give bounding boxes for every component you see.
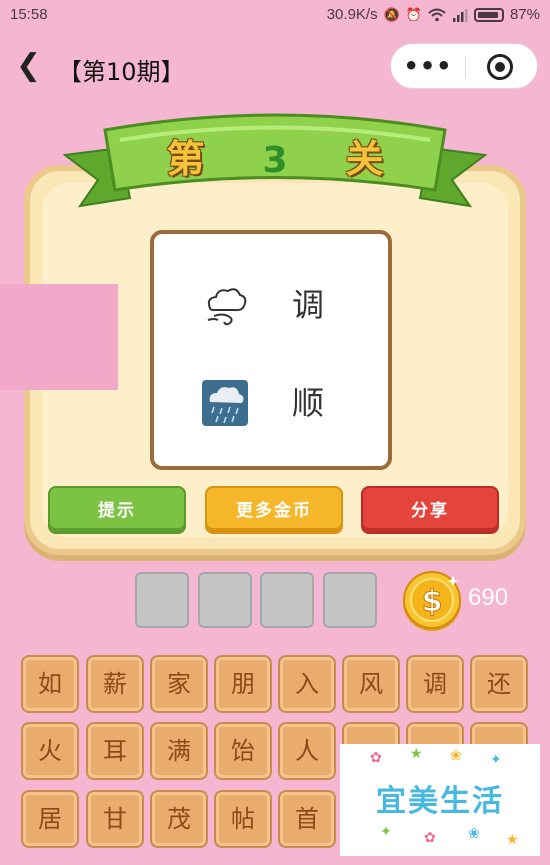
star-icon: ✦ xyxy=(490,752,502,768)
letter-tile[interactable]: 朋 xyxy=(214,655,272,713)
status-right: 30.9K/s 🔕 ⏰ 87% xyxy=(327,6,540,23)
puzzle-card: 调 顺 xyxy=(150,230,392,470)
share-button[interactable]: 分享 xyxy=(361,486,499,534)
chevron-left-icon: ❮ xyxy=(16,48,42,83)
star-icon: ★ xyxy=(410,746,423,762)
page-title: 【第10期】 xyxy=(58,58,185,86)
answer-slot[interactable] xyxy=(260,572,314,628)
capsule-divider xyxy=(465,56,466,78)
letter-tile[interactable]: 人 xyxy=(278,722,336,780)
letter-tile[interactable]: 还 xyxy=(470,655,528,713)
clue-char: 顺 xyxy=(292,384,325,422)
flower-icon: ✿ xyxy=(424,830,436,846)
hint-button[interactable]: 提示 xyxy=(48,486,186,534)
flower-icon: ✿ xyxy=(370,750,382,766)
title-bar: ❮ 【第10期】 ••• xyxy=(0,30,550,102)
wind-cloud-icon xyxy=(207,288,247,326)
letter-tile[interactable]: 薪 xyxy=(86,655,144,713)
more-coins-button[interactable]: 更多金币 xyxy=(205,486,343,534)
flower-icon: ❀ xyxy=(468,826,480,842)
answer-slot[interactable] xyxy=(198,572,252,628)
letter-tile[interactable]: 帖 xyxy=(214,790,272,848)
clue-row: 调 xyxy=(154,274,396,334)
letter-tile[interactable]: 调 xyxy=(406,655,464,713)
letter-tile[interactable]: 火 xyxy=(21,722,79,780)
star-icon: ✦ xyxy=(380,824,392,840)
letter-tile[interactable]: 入 xyxy=(278,655,336,713)
letter-tile[interactable]: 耳 xyxy=(86,722,144,780)
status-time: 15:58 xyxy=(10,6,48,23)
coin-count: 690 xyxy=(468,584,509,611)
target-close-icon[interactable] xyxy=(487,54,513,80)
watermark: ✿ ★ ❀ ✦ 宜美生活 ✦ ✿ ❀ ★ xyxy=(340,744,540,856)
letter-tile[interactable]: 风 xyxy=(342,655,400,713)
dollar-coin-icon: $ xyxy=(403,571,461,631)
signal-icon xyxy=(452,8,468,22)
clue-row: 顺 xyxy=(154,372,396,432)
back-button[interactable]: ❮ xyxy=(16,48,52,84)
flower-icon: ❀ xyxy=(450,748,462,764)
level-label: 第 3 关 xyxy=(60,128,490,183)
more-dots-icon[interactable]: ••• xyxy=(391,44,465,90)
clue-char: 调 xyxy=(292,286,325,324)
network-speed: 30.9K/s xyxy=(326,6,378,23)
letter-tile[interactable]: 满 xyxy=(150,722,208,780)
battery-level: 87% xyxy=(509,6,540,23)
letter-tile[interactable]: 首 xyxy=(278,790,336,848)
battery-icon xyxy=(473,7,504,22)
star-icon: ★ xyxy=(506,832,519,848)
letter-tile[interactable]: 如 xyxy=(21,655,79,713)
letter-tile[interactable]: 茂 xyxy=(150,790,208,848)
level-prefix: 第 xyxy=(166,137,205,181)
letter-tile[interactable]: 居 xyxy=(21,790,79,848)
mute-icon: 🔕 xyxy=(383,6,400,22)
letter-tile[interactable]: 饴 xyxy=(214,722,272,780)
rain-cloud-icon xyxy=(202,380,248,426)
status-bar: 15:58 30.9K/s 🔕 ⏰ 87% xyxy=(0,0,550,30)
miniprogram-capsule: ••• xyxy=(390,43,538,89)
answer-slot[interactable] xyxy=(135,572,189,628)
level-ribbon: 第 3 关 xyxy=(60,110,490,220)
watermark-text: 宜美生活 xyxy=(376,784,504,819)
svg-text:$: $ xyxy=(422,584,443,619)
wifi-icon xyxy=(428,8,446,21)
side-overlay xyxy=(0,284,118,390)
level-number: 3 xyxy=(262,140,288,181)
letter-tile[interactable]: 家 xyxy=(150,655,208,713)
letter-tile[interactable]: 甘 xyxy=(86,790,144,848)
level-suffix: 关 xyxy=(345,137,384,181)
alarm-icon: ⏰ xyxy=(405,6,422,22)
answer-slot[interactable] xyxy=(323,572,377,628)
